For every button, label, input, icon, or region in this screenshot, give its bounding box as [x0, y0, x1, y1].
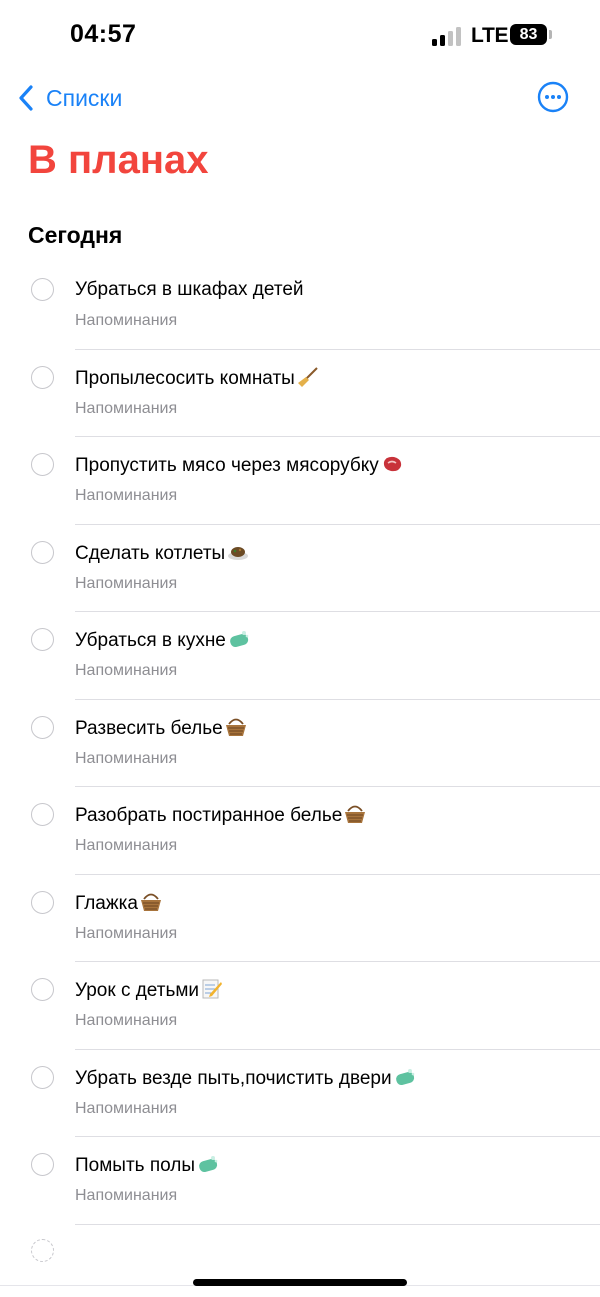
- reminder-item[interactable]: Урок с детьми Напоминания: [0, 962, 600, 1050]
- reminder-list-name: Напоминания: [75, 1012, 178, 1029]
- reminder-item[interactable]: Развесить белье Напоминания: [0, 700, 600, 787]
- completion-circle[interactable]: [31, 540, 54, 564]
- page-title: В планах: [28, 138, 209, 182]
- reminder-item[interactable]: Разобрать постиранное белье Напоминания: [0, 787, 600, 875]
- completion-circle[interactable]: [31, 715, 54, 739]
- completion-circle[interactable]: [31, 890, 54, 914]
- battery-level: 83: [519, 26, 538, 43]
- reminder-list-name: Напоминания: [75, 1099, 178, 1117]
- reminder-list-name: Напоминания: [75, 924, 178, 942]
- reminder-title[interactable]: Сделать котлеты: [75, 542, 249, 565]
- reminder-item[interactable]: Глажка Напоминания: [0, 875, 600, 962]
- basket-emoji: [345, 805, 366, 823]
- reminder-list-name: Напоминания: [75, 662, 178, 679]
- back-button-label: Списки: [46, 84, 123, 111]
- completion-circle[interactable]: [31, 453, 54, 476]
- soap-emoji: [395, 1068, 414, 1085]
- reminder-title[interactable]: Развесить белье: [75, 717, 247, 740]
- reminder-title[interactable]: Убраться в кухне: [75, 629, 250, 652]
- completion-circle[interactable]: [31, 365, 54, 389]
- reminder-item[interactable]: Помыть полы Напоминания: [0, 1137, 600, 1225]
- section-title-today: Сегодня: [28, 222, 123, 248]
- broom-emoji: [297, 366, 318, 387]
- divider: [75, 1223, 600, 1225]
- reminder-title[interactable]: Помыть полы: [75, 1154, 219, 1177]
- reminder-title[interactable]: Пропылесосить комнаты: [75, 366, 319, 390]
- cellular-signal-icon: [432, 26, 464, 46]
- reminder-list-name: Напоминания: [75, 399, 178, 417]
- home-indicator[interactable]: [193, 1279, 407, 1286]
- reminder-title[interactable]: Пропустить мясо через мясорубку: [75, 454, 403, 477]
- ellipsis-circle-icon[interactable]: [537, 81, 569, 113]
- soap-emoji: [199, 1156, 218, 1173]
- reminder-title[interactable]: Убраться в шкафах детей: [75, 279, 304, 301]
- reminder-title[interactable]: Глажка: [75, 892, 162, 915]
- new-reminder-circle[interactable]: [31, 1239, 54, 1262]
- completion-circle[interactable]: [31, 278, 54, 301]
- chevron-left-icon: [19, 85, 33, 111]
- reminders-list: Убраться в шкафах детей Напоминания Проп…: [0, 262, 600, 1225]
- completion-circle[interactable]: [31, 1065, 54, 1089]
- completion-circle[interactable]: [31, 628, 54, 651]
- reminder-item[interactable]: Убраться в кухне Напоминания: [0, 612, 600, 700]
- reminder-item[interactable]: Сделать котлеты Напоминания: [0, 525, 600, 612]
- reminder-list-name: Напоминания: [75, 312, 178, 329]
- meat-emoji: [383, 456, 401, 472]
- reminder-list-name: Напоминания: [75, 1187, 178, 1204]
- reminder-item[interactable]: Пропылесосить комнаты Напоминания: [0, 350, 600, 437]
- reminder-title[interactable]: Разобрать постиранное белье: [75, 804, 366, 827]
- food-plate-emoji: [228, 546, 249, 560]
- status-time: 04:57: [70, 20, 137, 48]
- reminder-item[interactable]: Убраться в шкафах детей Напоминания: [0, 262, 600, 350]
- reminder-list-name: Напоминания: [75, 837, 178, 854]
- reminder-list-name: Напоминания: [75, 487, 178, 504]
- back-button[interactable]: Списки: [16, 80, 122, 116]
- reminder-item[interactable]: Пропустить мясо через мясорубку Напомина…: [0, 437, 600, 525]
- reminder-list-name: Напоминания: [75, 749, 178, 767]
- reminder-item[interactable]: Убрать везде пыть,почистить двери Напоми…: [0, 1050, 600, 1137]
- basket-emoji: [225, 718, 246, 736]
- soap-emoji: [230, 631, 249, 648]
- network-type: LTE: [471, 24, 509, 47]
- battery-icon: 83: [510, 24, 547, 45]
- basket-emoji: [140, 893, 161, 911]
- reminder-title[interactable]: Урок с детьми: [75, 979, 223, 1002]
- reminder-list-name: Напоминания: [75, 574, 178, 592]
- completion-circle[interactable]: [31, 803, 54, 826]
- battery-tip: [549, 30, 552, 39]
- completion-circle[interactable]: [31, 978, 54, 1001]
- reminder-title[interactable]: Убрать везде пыть,почистить двери: [75, 1067, 416, 1090]
- completion-circle[interactable]: [31, 1153, 54, 1176]
- memo-emoji: [202, 979, 223, 999]
- status-bar: 04:57 LTE 83: [0, 0, 600, 72]
